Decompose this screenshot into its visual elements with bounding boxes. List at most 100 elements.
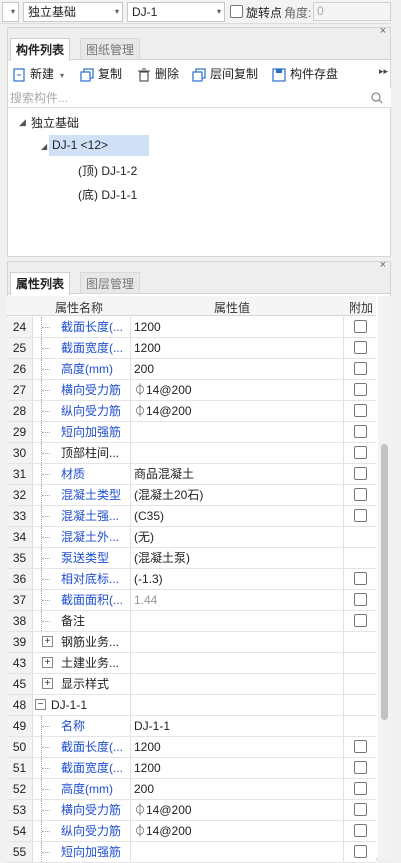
table-row[interactable]: 39 + 钢筋业务... bbox=[7, 632, 376, 653]
property-value[interactable]: ⏀14@200 bbox=[131, 821, 344, 841]
extra-checkbox[interactable] bbox=[354, 383, 367, 396]
table-row[interactable]: 32 混凝土类型 (混凝土20石) bbox=[7, 485, 376, 506]
extra-checkbox[interactable] bbox=[354, 824, 367, 837]
tab-component-list[interactable]: 构件列表 bbox=[10, 38, 71, 61]
tab-layer-management[interactable]: 图层管理 bbox=[80, 272, 141, 294]
extra-checkbox[interactable] bbox=[354, 446, 367, 459]
type-dropdown-arrow[interactable]: ▾ bbox=[2, 2, 19, 22]
table-row[interactable]: 49 名称 DJ-1-1 bbox=[7, 716, 376, 737]
property-value[interactable]: (无) bbox=[131, 527, 344, 547]
table-row[interactable]: 30 顶部柱间... bbox=[7, 443, 376, 464]
category-dropdown[interactable]: 独立基础 ▾ bbox=[23, 2, 123, 22]
close-icon[interactable]: × bbox=[380, 259, 386, 271]
table-row[interactable]: 24 截面长度(... 1200 bbox=[7, 317, 376, 338]
extra-checkbox[interactable] bbox=[354, 320, 367, 333]
more-icon[interactable]: ▸▸ bbox=[379, 66, 388, 77]
table-row[interactable]: 53 横向受力筋 ⏀14@200 bbox=[7, 800, 376, 821]
table-row[interactable]: 26 高度(mm) 200 bbox=[7, 359, 376, 380]
save-component-button[interactable]: 构件存盘 bbox=[272, 64, 338, 84]
table-row[interactable]: 33 混凝土强... (C35) bbox=[7, 506, 376, 527]
expand-icon[interactable]: + bbox=[42, 636, 53, 647]
extra-checkbox[interactable] bbox=[354, 740, 367, 753]
tree-item-bottom[interactable]: (底) DJ-1-1 bbox=[78, 186, 137, 203]
extra-checkbox[interactable] bbox=[354, 488, 367, 501]
extra-checkbox[interactable] bbox=[354, 467, 367, 480]
extra-checkbox[interactable] bbox=[354, 782, 367, 795]
tree-item-dj1[interactable]: DJ-1 <12> bbox=[52, 138, 108, 152]
property-value[interactable] bbox=[131, 422, 344, 442]
tab-drawing-management[interactable]: 图纸管理 bbox=[80, 38, 141, 60]
property-value[interactable]: 200 bbox=[131, 779, 344, 799]
table-row[interactable]: 52 高度(mm) 200 bbox=[7, 779, 376, 800]
tree-collapse-icon[interactable]: ◢ bbox=[19, 117, 26, 128]
property-value[interactable]: ⏀14@200 bbox=[131, 800, 344, 820]
chevron-down-icon[interactable]: ▾ bbox=[60, 71, 64, 80]
extra-checkbox[interactable] bbox=[354, 341, 367, 354]
property-value[interactable] bbox=[131, 674, 344, 694]
table-row[interactable]: 28 纵向受力筋 ⏀14@200 bbox=[7, 401, 376, 422]
property-value[interactable]: (混凝土泵) bbox=[131, 548, 344, 568]
rotate-point-checkbox[interactable] bbox=[230, 5, 243, 18]
table-row[interactable]: 27 横向受力筋 ⏀14@200 bbox=[7, 380, 376, 401]
property-value[interactable] bbox=[131, 653, 344, 673]
table-row[interactable]: 54 纵向受力筋 ⏀14@200 bbox=[7, 821, 376, 842]
property-value[interactable] bbox=[131, 443, 344, 463]
table-row[interactable]: 51 截面宽度(... 1200 bbox=[7, 758, 376, 779]
close-icon[interactable]: × bbox=[380, 25, 386, 37]
property-value[interactable] bbox=[131, 695, 344, 715]
table-row[interactable]: 45 + 显示样式 bbox=[7, 674, 376, 695]
extra-checkbox[interactable] bbox=[354, 404, 367, 417]
table-row[interactable]: 31 材质 商品混凝土 bbox=[7, 464, 376, 485]
property-value[interactable] bbox=[131, 611, 344, 631]
table-row[interactable]: 35 泵送类型 (混凝土泵) bbox=[7, 548, 376, 569]
extra-checkbox[interactable] bbox=[354, 593, 367, 606]
search-icon[interactable] bbox=[371, 92, 383, 104]
floor-copy-button[interactable]: 层间复制 bbox=[192, 64, 258, 84]
table-row[interactable]: 29 短向加强筋 bbox=[7, 422, 376, 443]
property-value[interactable]: 1200 bbox=[131, 737, 344, 757]
new-button[interactable]: 新建 ▾ bbox=[12, 64, 64, 84]
property-value[interactable]: 1200 bbox=[131, 317, 344, 337]
expand-icon[interactable]: + bbox=[42, 657, 53, 668]
table-row[interactable]: 48− DJ-1-1 bbox=[7, 695, 376, 716]
property-value[interactable]: (-1.3) bbox=[131, 569, 344, 589]
property-value[interactable]: 200 bbox=[131, 359, 344, 379]
component-dropdown[interactable]: DJ-1 ▾ bbox=[127, 2, 225, 22]
table-row[interactable]: 50 截面长度(... 1200 bbox=[7, 737, 376, 758]
tree-root[interactable]: 独立基础 bbox=[31, 114, 79, 131]
extra-checkbox[interactable] bbox=[354, 572, 367, 585]
property-value[interactable]: (C35) bbox=[131, 506, 344, 526]
table-row[interactable]: 37 截面面积(... 1.44 bbox=[7, 590, 376, 611]
expand-icon[interactable]: + bbox=[42, 678, 53, 689]
extra-checkbox[interactable] bbox=[354, 362, 367, 375]
property-value[interactable]: ⏀14@200 bbox=[131, 401, 344, 421]
property-value[interactable] bbox=[131, 842, 344, 862]
table-row[interactable]: 25 截面宽度(... 1200 bbox=[7, 338, 376, 359]
extra-checkbox[interactable] bbox=[354, 425, 367, 438]
vertical-scrollbar[interactable] bbox=[378, 296, 391, 859]
scrollbar-thumb[interactable] bbox=[381, 444, 388, 720]
property-value[interactable]: 1200 bbox=[131, 758, 344, 778]
table-row[interactable]: 38 备注 bbox=[7, 611, 376, 632]
tree-item-top[interactable]: (顶) DJ-1-2 bbox=[78, 162, 137, 179]
property-value[interactable]: 商品混凝土 bbox=[131, 464, 344, 484]
property-value[interactable] bbox=[131, 632, 344, 652]
extra-checkbox[interactable] bbox=[354, 845, 367, 858]
collapse-icon[interactable]: − bbox=[35, 699, 46, 710]
table-row[interactable]: 43 + 土建业务... bbox=[7, 653, 376, 674]
extra-checkbox[interactable] bbox=[354, 803, 367, 816]
property-value[interactable]: (混凝土20石) bbox=[131, 485, 344, 505]
angle-input[interactable]: 0 bbox=[313, 2, 391, 21]
property-value[interactable]: ⏀14@200 bbox=[131, 380, 344, 400]
delete-button[interactable]: 删除 bbox=[137, 64, 179, 84]
copy-button[interactable]: 复制 bbox=[80, 64, 122, 84]
property-value[interactable]: DJ-1-1 bbox=[131, 716, 344, 736]
table-row[interactable]: 34 混凝土外... (无) bbox=[7, 527, 376, 548]
property-value[interactable]: 1200 bbox=[131, 338, 344, 358]
table-row[interactable]: 55 短向加强筋 bbox=[7, 842, 376, 863]
extra-checkbox[interactable] bbox=[354, 509, 367, 522]
table-row[interactable]: 36 相对底标... (-1.3) bbox=[7, 569, 376, 590]
property-value[interactable]: 1.44 bbox=[131, 590, 344, 610]
extra-checkbox[interactable] bbox=[354, 614, 367, 627]
tree-item-expand-icon[interactable]: ◢ bbox=[41, 142, 47, 151]
